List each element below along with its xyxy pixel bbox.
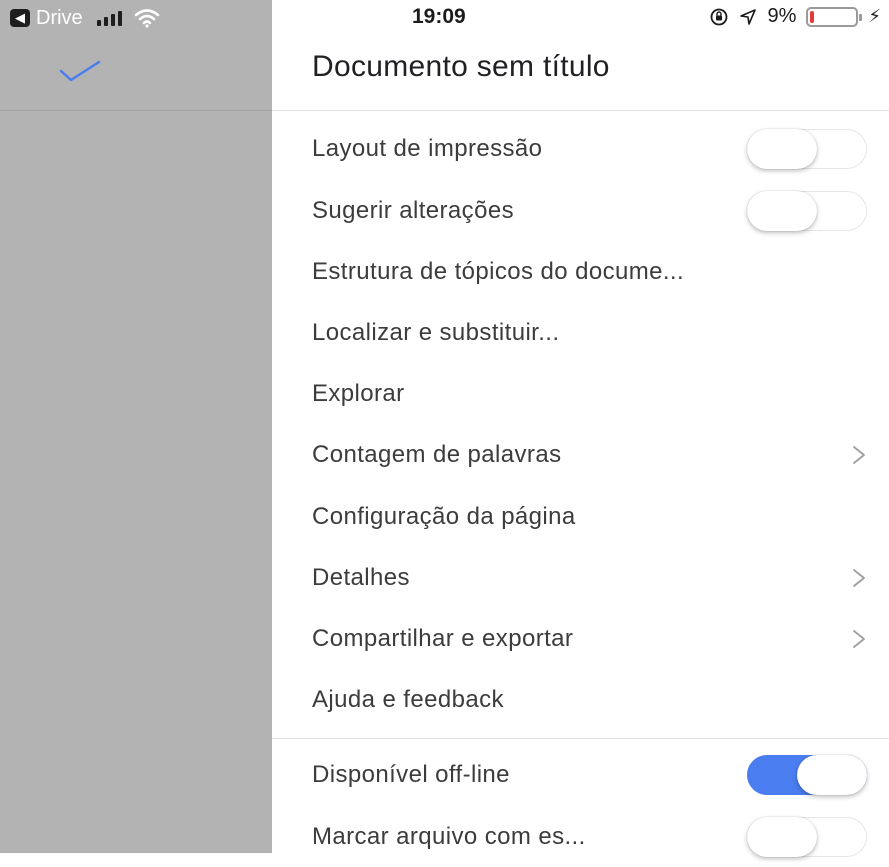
toggle-knob (797, 754, 867, 795)
menu-item-label: Configuração da página (312, 502, 576, 530)
menu-item-label: Sugerir alterações (312, 196, 514, 224)
status-bar-right: 9% ⚡ (709, 5, 881, 28)
toggle-knob (747, 816, 817, 857)
battery-level-fill (810, 10, 815, 23)
chevron-right-icon (853, 568, 865, 587)
menu-item-label: Marcar arquivo com es... (312, 822, 586, 850)
offline-section-divider (272, 738, 889, 739)
status-bar-left: ◀ Drive (10, 7, 160, 29)
toggle-switch[interactable] (747, 816, 867, 857)
document-menu-panel: Documento sem título Layout de impressão… (272, 0, 889, 857)
battery-nub (859, 13, 863, 21)
signal-icon (96, 10, 122, 26)
toggle-switch[interactable] (747, 128, 867, 169)
menu-item-label: Estrutura de tópicos do docume... (312, 257, 685, 285)
chevron-right-icon (853, 445, 865, 464)
back-arrow-icon[interactable]: ◀ (10, 9, 30, 27)
menu-item-explorar[interactable]: Explorar (312, 363, 867, 424)
battery-icon (806, 6, 863, 27)
menu-item-configuracao-da-pagina[interactable]: Configuração da página (312, 486, 867, 547)
menu-item-label: Explorar (312, 379, 405, 407)
status-time: 19:09 (412, 5, 466, 28)
menu-item-localizar-e-substituir[interactable]: Localizar e substituir... (312, 302, 867, 363)
wifi-icon (134, 9, 159, 28)
menu-item-compartilhar-e-exportar[interactable]: Compartilhar e exportar (312, 608, 867, 669)
menu-item-detalhes[interactable]: Detalhes (312, 547, 867, 608)
menu-item-label: Contagem de palavras (312, 440, 562, 468)
status-bar: ◀ Drive 19:09 9% ⚡ (0, 0, 889, 34)
menu-item-sugerir-alteracoes[interactable]: Sugerir alterações (312, 180, 867, 241)
toggle-knob (747, 128, 817, 169)
location-arrow-icon (740, 8, 757, 25)
back-app-name[interactable]: Drive (36, 7, 83, 30)
overlay-divider (0, 110, 272, 111)
toggle-switch[interactable] (747, 754, 867, 795)
checkmark-icon[interactable] (55, 55, 105, 85)
battery-percent: 9% (767, 5, 797, 27)
menu-item-label: Ajuda e feedback (312, 685, 504, 713)
document-title: Documento sem título (312, 50, 610, 83)
menu-item-ajuda-e-feedback[interactable]: Ajuda e feedback (312, 669, 867, 730)
menu-item-label: Layout de impressão (312, 134, 543, 162)
menu-item-estrutura-de-topicos-do-docume[interactable]: Estrutura de tópicos do docume... (312, 241, 867, 302)
title-divider (272, 110, 889, 111)
dimmed-overlay[interactable] (0, 0, 272, 853)
menu-item-contagem-de-palavras[interactable]: Contagem de palavras (312, 424, 867, 485)
menu-item-label: Detalhes (312, 563, 410, 591)
menu-item-label: Localizar e substituir... (312, 318, 560, 346)
chevron-right-icon (853, 629, 865, 648)
menu-item-marcar-arquivo-com-es[interactable]: Marcar arquivo com es... (312, 806, 867, 867)
toggle-switch[interactable] (747, 190, 867, 231)
toggle-knob (747, 190, 817, 231)
menu-item-label: Disponível off-line (312, 760, 510, 788)
menu-item-disponivel-off-line[interactable]: Disponível off-line (312, 744, 867, 805)
menu-item-layout-de-impressao[interactable]: Layout de impressão (312, 118, 867, 179)
orientation-lock-icon (711, 8, 728, 25)
charging-bolt-icon: ⚡ (868, 6, 881, 26)
menu-item-label: Compartilhar e exportar (312, 624, 574, 652)
